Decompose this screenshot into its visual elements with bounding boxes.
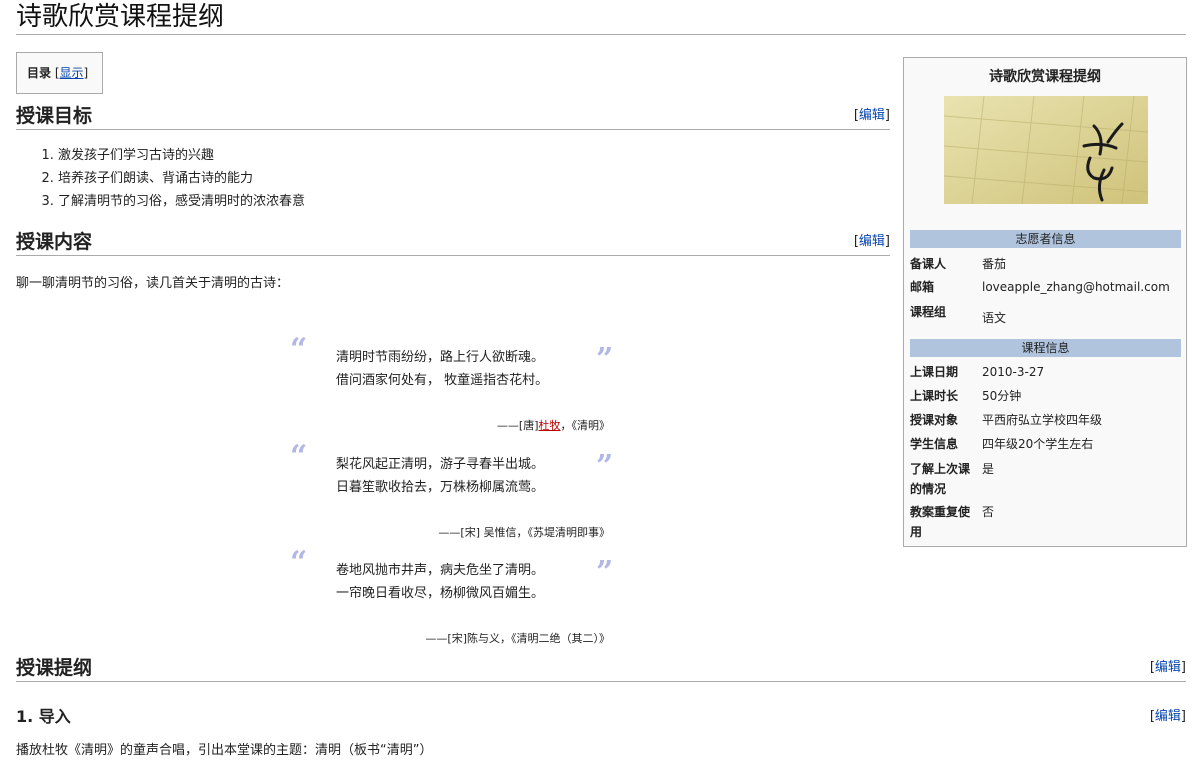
open-quote-icon: “ — [290, 545, 308, 580]
poem-line: 一帘晚日看收尽，杨柳微风百媚生。 — [336, 586, 545, 601]
volunteer-info-header: 志愿者信息 — [910, 230, 1181, 248]
poem-source: ——[唐]杜牧，《清明》 — [496, 419, 610, 432]
infobox: 诗歌欣赏课程提纲 志愿者信息 备课人 番茄 邮箱 loveapple_zhang… — [903, 57, 1187, 547]
infobox-title: 诗歌欣赏课程提纲 — [989, 69, 1101, 85]
section-heading-content: 授课内容 [编辑] — [16, 228, 890, 256]
poem-quote: “ 卷地风抛市井声，病夫危坐了清明。 一帘晚日看收尽，杨柳微风百媚生。 ” ——… — [290, 548, 620, 646]
list-item: 培养孩子们朗读、背诵古诗的能力 — [58, 167, 305, 190]
poem-source: ——[宋] 吴惟信，《苏堤清明即事》 — [438, 526, 610, 539]
calligraphy-image[interactable] — [944, 96, 1148, 204]
content-intro: 聊一聊清明节的习俗，读几首关于清明的古诗： — [16, 276, 290, 291]
toc-toggle-link[interactable]: 显示 — [60, 66, 84, 80]
poem-line: 卷地风抛市井声，病夫危坐了清明。 — [336, 563, 545, 578]
close-quote-icon: ” — [596, 449, 614, 484]
edit-link-intro: [编辑] — [1149, 709, 1186, 724]
edit-link-goals: [编辑] — [853, 108, 890, 123]
poem-quote: “ 梨花风起正清明，游子寻春半出城。 日暮笙歌收拾去，万株杨柳属流莺。 ” ——… — [290, 442, 620, 540]
open-quote-icon: “ — [290, 332, 308, 367]
section-heading-goals: 授课目标 [编辑] — [16, 102, 890, 130]
poem-source: ——[宋]陈与义，《清明二绝（其二）》 — [425, 632, 610, 645]
poem-line: 借问酒家何处有， 牧童遥指杏花村。 — [336, 373, 549, 388]
intro-text: 播放杜牧《清明》的童声合唱，引出本堂课的主题：清明（板书“清明”） — [16, 743, 433, 758]
poem-line: 日暮笙歌收拾去，万株杨柳属流莺。 — [336, 480, 545, 495]
calligraphy-icon — [944, 96, 1148, 204]
course-info-header: 课程信息 — [910, 339, 1181, 357]
page-title: 诗歌欣赏课程提纲 — [16, 0, 1186, 35]
poem-quote: “ 清明时节雨纷纷，路上行人欲断魂。 借问酒家何处有， 牧童遥指杏花村。 ” —… — [290, 335, 620, 433]
poem-line: 清明时节雨纷纷，路上行人欲断魂。 — [336, 350, 545, 365]
edit-link-content: [编辑] — [853, 234, 890, 249]
section-heading-outline: 授课提纲 [编辑] — [16, 654, 1186, 682]
close-quote-icon: ” — [596, 342, 614, 377]
toc-label: 目录 — [27, 66, 52, 80]
close-quote-icon: ” — [596, 555, 614, 590]
poem-line: 梨花风起正清明，游子寻春半出城。 — [336, 457, 545, 472]
edit-link-outline: [编辑] — [1149, 660, 1186, 675]
table-of-contents: 目录 [显示] — [16, 52, 103, 94]
author-link[interactable]: 杜牧 — [539, 419, 561, 432]
list-item: 了解清明节的习俗，感受清明时的浓浓春意 — [58, 190, 305, 213]
list-item: 激发孩子们学习古诗的兴趣 — [58, 144, 305, 167]
open-quote-icon: “ — [290, 439, 308, 474]
goals-list: 激发孩子们学习古诗的兴趣 培养孩子们朗读、背诵古诗的能力 了解清明节的习俗，感受… — [40, 144, 305, 213]
subsection-heading-intro: 1. 导入 [编辑] — [16, 705, 1186, 729]
